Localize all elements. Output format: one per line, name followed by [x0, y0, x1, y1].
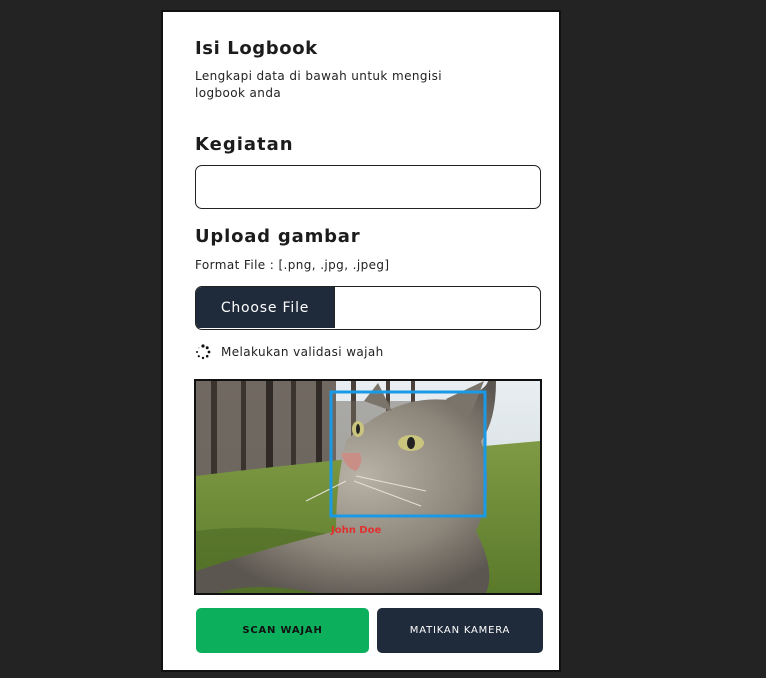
- kegiatan-input[interactable]: [195, 165, 541, 209]
- kegiatan-label: Kegiatan: [195, 134, 294, 155]
- file-upload-input[interactable]: Choose File: [195, 286, 541, 330]
- scan-face-button[interactable]: SCAN WAJAH: [196, 608, 369, 653]
- validation-status: Melakukan validasi wajah: [195, 344, 384, 360]
- choose-file-button[interactable]: Choose File: [196, 287, 335, 328]
- camera-preview: John Doe: [194, 379, 542, 595]
- page-title: Isi Logbook: [195, 38, 318, 59]
- face-detection-label: John Doe: [330, 525, 381, 536]
- validation-status-text: Melakukan validasi wajah: [221, 345, 384, 359]
- page-subtitle: Lengkapi data di bawah untuk mengisi log…: [195, 69, 443, 100]
- stop-camera-button[interactable]: MATIKAN KAMERA: [377, 608, 543, 653]
- camera-frame: John Doe: [196, 381, 540, 593]
- spinner-icon: [196, 344, 211, 360]
- upload-label: Upload gambar: [195, 226, 361, 247]
- file-format-hint: Format File : [.png, .jpg, .jpeg]: [195, 258, 390, 272]
- logbook-card: Isi Logbook Lengkapi data di bawah untuk…: [161, 10, 561, 672]
